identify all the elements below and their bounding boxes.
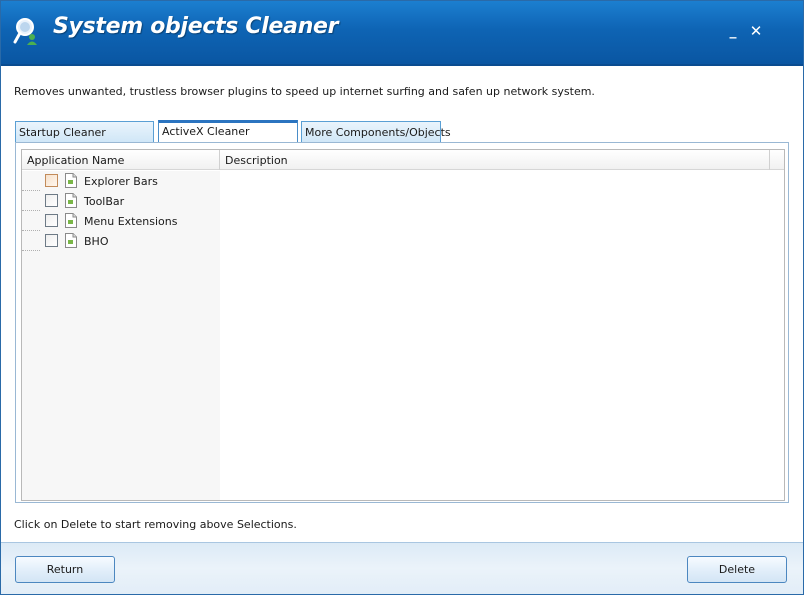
document-icon [65,233,77,248]
close-button[interactable]: ✕ [746,21,766,41]
column-description[interactable]: Description [220,150,770,170]
tab-more-components[interactable]: More Components/Objects [301,121,451,143]
tab-startup-cleaner[interactable]: Startup Cleaner [15,121,154,143]
item-checkbox[interactable] [45,174,58,187]
item-label: Menu Extensions [84,215,178,228]
footer-hint: Click on Delete to start removing above … [14,518,297,531]
list-item[interactable]: Explorer Bars [22,171,220,191]
description-text: Removes unwanted, trustless browser plug… [14,85,595,98]
list-item[interactable]: BHO [22,231,220,251]
item-label: Explorer Bars [84,175,158,188]
item-checkbox[interactable] [45,234,58,247]
title-bar[interactable]: System objects Cleaner _ ✕ [1,1,803,66]
tab-panel: Application Name Description Explorer Ba… [15,142,789,503]
magnifier-user-icon [13,18,37,45]
tree-connector [22,250,40,251]
item-checkbox[interactable] [45,194,58,207]
minimize-button[interactable]: _ [723,21,743,41]
return-button[interactable]: Return [15,556,115,583]
list-item[interactable]: ToolBar [22,191,220,211]
document-icon [65,173,77,188]
list-header: Application Name Description [22,150,784,170]
plugins-list[interactable]: Application Name Description Explorer Ba… [21,149,785,501]
tab-activex-cleaner[interactable]: ActiveX Cleaner [158,120,298,144]
item-checkbox[interactable] [45,214,58,227]
delete-button[interactable]: Delete [687,556,787,583]
window-title: System objects Cleaner [53,14,339,39]
app-window: System objects Cleaner _ ✕ Removes unwan… [0,0,804,595]
button-bar: Return Delete [1,542,803,594]
document-icon [65,213,77,228]
column-application-name[interactable]: Application Name [22,150,220,170]
item-label: ToolBar [84,195,125,208]
document-icon [65,193,77,208]
item-label: BHO [84,235,109,248]
list-item[interactable]: Menu Extensions [22,211,220,231]
